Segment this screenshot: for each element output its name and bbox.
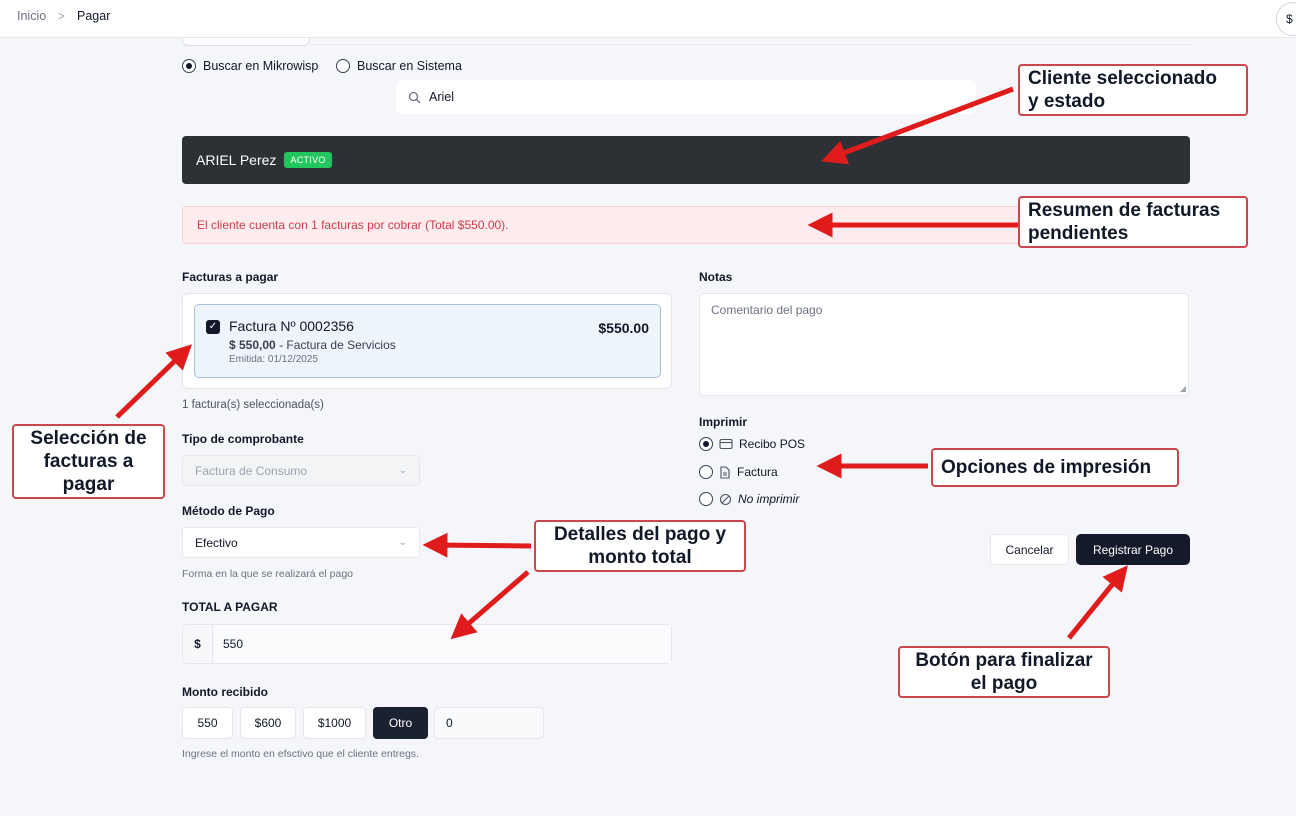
- callout-line: Resumen de facturas: [1028, 200, 1221, 221]
- callout-line: el pago: [970, 673, 1038, 694]
- callout-line: Botón para finalizar: [915, 650, 1093, 671]
- arrow-metodo: [422, 532, 532, 558]
- callout-opciones: Opciones de impresión: [931, 448, 1179, 487]
- callout-line: y estado: [1028, 91, 1106, 112]
- callout-line: facturas a: [43, 451, 134, 472]
- callout-line: pendientes: [1028, 223, 1129, 244]
- arrow-seleccion: [115, 344, 192, 419]
- callout-line: pagar: [62, 474, 115, 495]
- callout-line: Selección de: [30, 428, 147, 449]
- callout-boton: Botón para finalizar el pago: [898, 646, 1110, 698]
- callout-cliente: Cliente seleccionado y estado: [1018, 64, 1248, 116]
- arrow-boton: [1067, 565, 1128, 640]
- callout-resumen: Resumen de facturas pendientes: [1018, 196, 1248, 248]
- callout-detalles: Detalles del pago y monto total: [534, 520, 746, 572]
- callout-seleccion: Selección de facturas a pagar: [12, 424, 165, 499]
- callout-line: monto total: [588, 547, 692, 568]
- arrow-total: [450, 570, 530, 640]
- callout-line: Detalles del pago y: [553, 524, 727, 545]
- callout-line: Opciones de impresión: [941, 457, 1152, 478]
- callout-line: Cliente seleccionado: [1028, 68, 1218, 89]
- arrow-cliente: [821, 86, 1014, 165]
